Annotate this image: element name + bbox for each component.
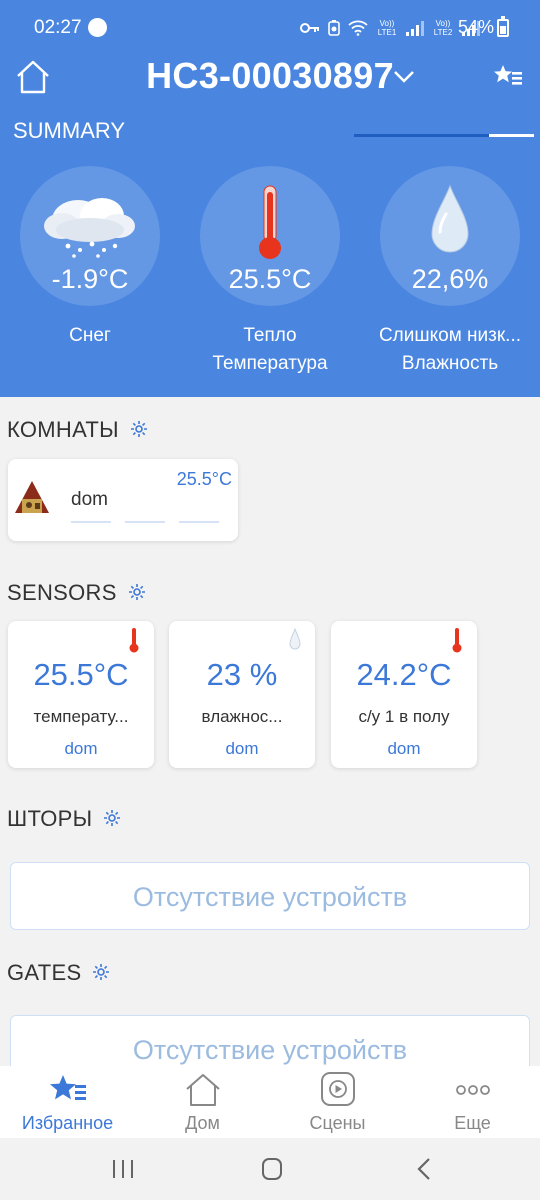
weather-condition-label: Снег <box>69 325 111 346</box>
notification-dot-icon <box>88 18 107 37</box>
key-icon <box>300 23 319 33</box>
favorites-edit-icon[interactable] <box>493 64 523 88</box>
nav-label: Дом <box>185 1113 220 1133</box>
sensor-value: 25.5°C <box>33 657 129 692</box>
page-indicator <box>489 134 534 137</box>
chevron-down-icon[interactable] <box>393 70 415 84</box>
gear-icon[interactable] <box>129 419 149 439</box>
battery-icon <box>497 16 509 37</box>
room-slot <box>71 521 111 523</box>
weather-card-condition[interactable]: -1.9°C Снег <box>20 166 160 350</box>
indoor-temperature-value: 25.5°C <box>228 264 312 294</box>
favorites-icon <box>50 1075 86 1100</box>
room-temperature: 25.5°C <box>176 469 232 489</box>
thermometer-icon <box>129 628 139 653</box>
weather-circle: 22,6% <box>380 166 520 306</box>
status-bar: 02:27 Vo)) LTE1 Vo)) LTE2 54% <box>0 0 540 56</box>
gear-icon[interactable] <box>127 582 147 602</box>
humidity-value: 22,6% <box>411 264 489 294</box>
nav-label: Еще <box>454 1113 491 1133</box>
gear-icon[interactable] <box>102 808 122 828</box>
sensor-card-humidity[interactable]: 23 % влажнос... dom <box>169 621 315 768</box>
sensor-name: влажнос... <box>201 707 283 726</box>
bottom-navigation: Избранное Дом Сцены Еще <box>0 1066 540 1138</box>
home-system-icon[interactable] <box>257 1156 287 1182</box>
controller-selector[interactable]: HC3-00030897 <box>0 55 540 97</box>
snow-cloud-icon <box>44 198 135 258</box>
room-slot <box>179 521 219 523</box>
sensor-name: температу... <box>33 707 129 726</box>
gates-title: GATES <box>7 960 82 985</box>
thermometer-icon <box>452 628 462 653</box>
status-icons: Vo)) LTE1 Vo)) LTE2 <box>300 16 480 40</box>
summary-tab-label[interactable]: SUMMARY <box>13 118 125 144</box>
sensor-room: dom <box>64 739 98 758</box>
battery-percent: 54% <box>458 17 495 37</box>
battery-saver-icon <box>328 20 340 36</box>
sensor-room: dom <box>387 739 421 758</box>
nav-scenes[interactable]: Сцены <box>270 1066 405 1138</box>
lte1-indicator: Vo)) LTE1 <box>377 19 397 37</box>
weather-card-humidity[interactable]: 22,6% Слишком низк... Влажность <box>379 166 521 378</box>
weather-circle: 25.5°C <box>200 166 340 306</box>
gates-section-title: GATES <box>7 960 111 986</box>
shades-title: ШТОРЫ <box>7 806 93 831</box>
sensor-card-temperature[interactable]: 25.5°C температу... dom <box>8 621 154 768</box>
sensor-value: 23 % <box>206 657 278 692</box>
system-navigation-bar <box>0 1138 540 1200</box>
temperature-status-label: Тепло Температура <box>200 322 340 378</box>
nav-favorites[interactable]: Избранное <box>0 1066 135 1138</box>
page-title: HC3-00030897 <box>146 55 394 96</box>
nav-label: Сцены <box>309 1113 366 1133</box>
weather-circle: -1.9°C <box>20 166 160 306</box>
scenes-play-icon <box>321 1072 355 1106</box>
back-icon[interactable] <box>410 1156 440 1182</box>
gear-icon[interactable] <box>91 962 111 982</box>
nav-more[interactable]: Еще <box>405 1066 540 1138</box>
outdoor-temperature-value: -1.9°C <box>51 264 129 294</box>
rooms-section-title: КОМНАТЫ <box>7 417 149 443</box>
sensor-room: dom <box>225 739 259 758</box>
summary-header: 02:27 Vo)) LTE1 Vo)) LTE2 54% HC3-000308… <box>0 0 540 397</box>
humidity-caption: Влажность <box>401 353 499 374</box>
room-name: dom <box>71 489 108 510</box>
water-drop-icon <box>289 627 301 650</box>
house-icon <box>186 1074 220 1106</box>
sensor-name: с/у 1 в полу <box>358 707 450 726</box>
humidity-status: Слишком низк... <box>378 325 522 346</box>
room-card-dom[interactable]: dom 25.5°C <box>8 459 238 541</box>
rooms-title: КОМНАТЫ <box>7 417 119 442</box>
sensors-title: SENSORS <box>7 580 117 605</box>
recent-apps-icon[interactable] <box>108 1156 138 1182</box>
nav-label: Избранное <box>21 1113 114 1133</box>
more-icon <box>456 1085 490 1095</box>
water-drop-icon <box>431 184 469 253</box>
wifi-icon <box>348 20 368 36</box>
shades-empty-state: Отсутствие устройств <box>10 862 530 930</box>
signal-1-icon <box>406 20 424 36</box>
thermometer-icon <box>259 185 281 259</box>
sensor-value: 24.2°C <box>356 657 452 692</box>
nav-home[interactable]: Дом <box>135 1066 270 1138</box>
lte2-indicator: Vo)) LTE2 <box>433 19 453 37</box>
room-house-icon <box>15 481 49 513</box>
humidity-status-label: Слишком низк... Влажность <box>368 322 532 378</box>
temperature-status: Тепло <box>243 325 297 346</box>
sensor-card-floor-temperature[interactable]: 24.2°C с/у 1 в полу dom <box>331 621 477 768</box>
room-slot <box>125 521 165 523</box>
weather-card-temperature[interactable]: 25.5°C Тепло Температура <box>200 166 340 378</box>
temperature-caption: Температура <box>212 353 328 374</box>
status-time: 02:27 <box>34 17 82 38</box>
shades-section-title: ШТОРЫ <box>7 806 122 832</box>
sensors-section-title: SENSORS <box>7 580 147 606</box>
